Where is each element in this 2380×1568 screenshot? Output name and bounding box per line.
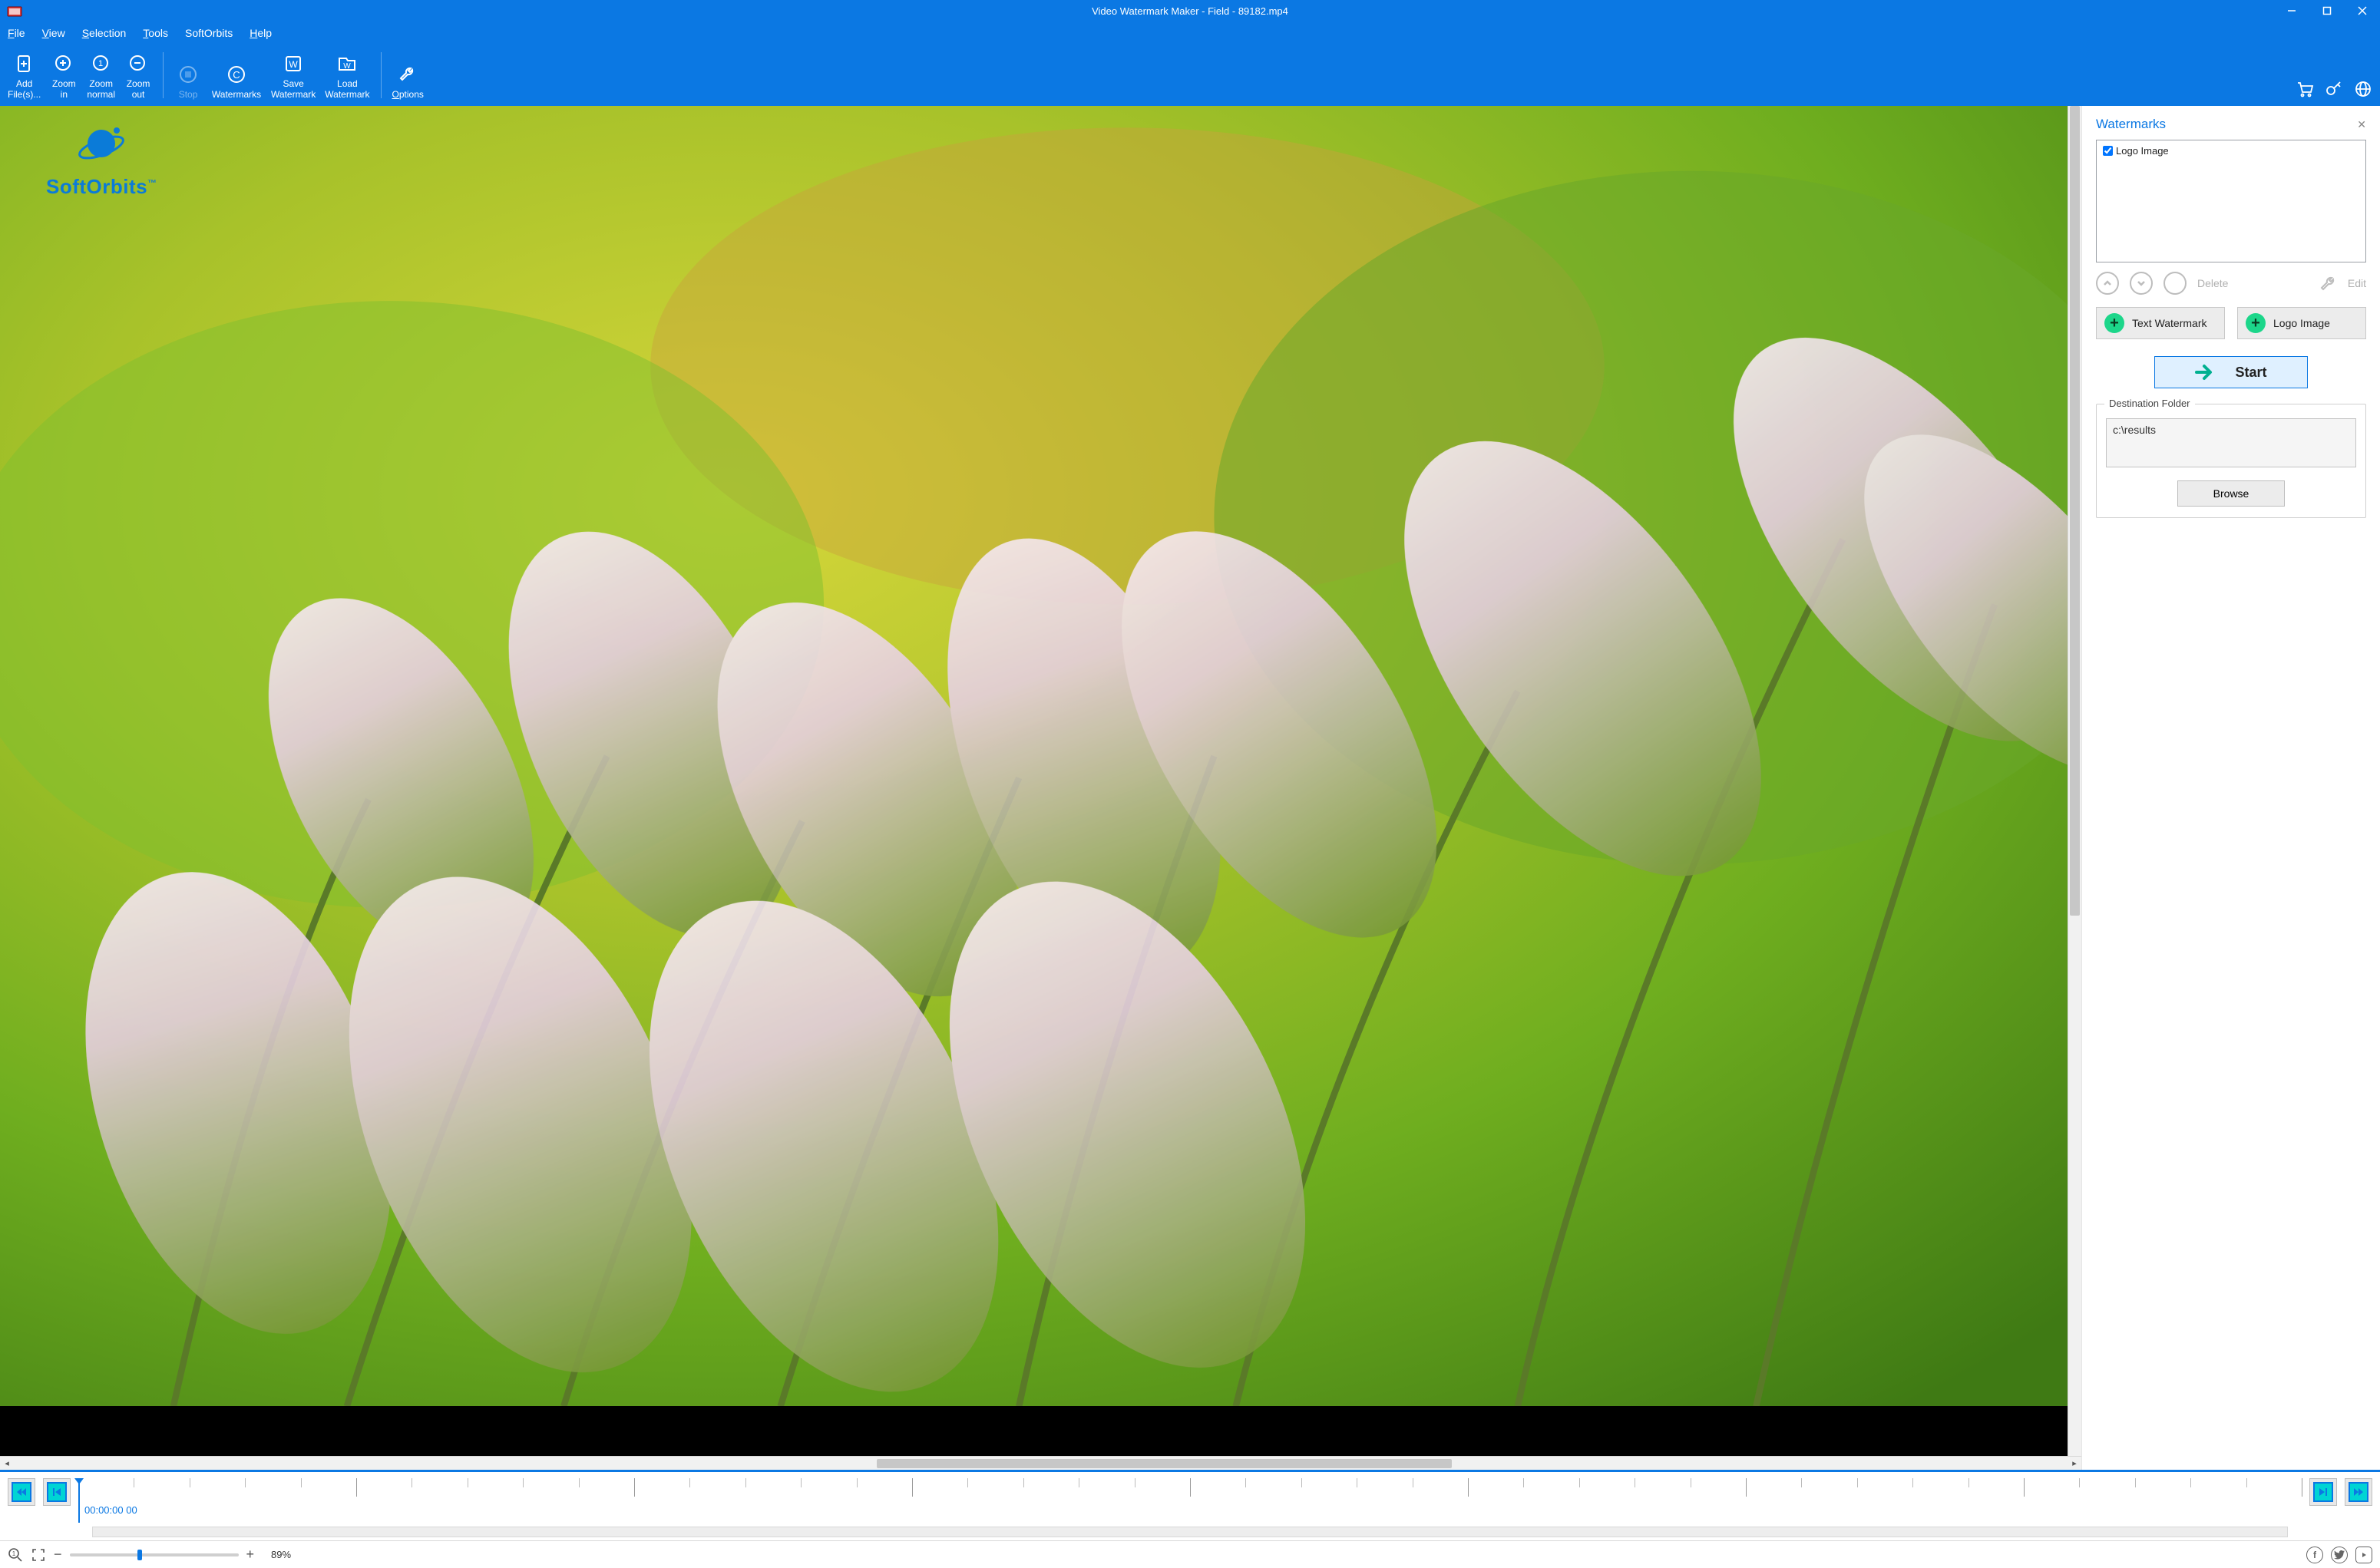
watermark-item-checkbox[interactable] xyxy=(2103,146,2113,156)
scroll-left-icon[interactable]: ◂ xyxy=(0,1458,14,1468)
save-watermark-icon: W xyxy=(283,51,303,77)
svg-text:W: W xyxy=(289,59,298,70)
watermark-item[interactable]: Logo Image xyxy=(2103,145,2359,157)
zoom-percent: 89% xyxy=(271,1549,291,1560)
options-button[interactable]: Options xyxy=(388,48,428,103)
remove-icon[interactable] xyxy=(2163,272,2187,295)
close-button[interactable] xyxy=(2345,0,2380,21)
timeline: 00:00:00 00 xyxy=(0,1470,2380,1527)
menu-file[interactable]: File xyxy=(8,27,25,39)
window-title: Video Watermark Maker - Field - 89182.mp… xyxy=(0,5,2380,17)
step-back-button[interactable] xyxy=(43,1478,71,1506)
globe-icon[interactable] xyxy=(2354,80,2372,98)
text-watermark-button[interactable]: + Text Watermark xyxy=(2096,307,2225,339)
timecode: 00:00:00 00 xyxy=(84,1504,137,1516)
add-file-icon xyxy=(15,51,35,77)
zoom-in-small-icon[interactable]: + xyxy=(246,1547,255,1563)
cart-icon[interactable] xyxy=(2296,80,2314,98)
maximize-button[interactable] xyxy=(2309,0,2345,21)
toolbar-separator xyxy=(163,52,164,98)
menu-selection[interactable]: Selection xyxy=(82,27,127,39)
start-button[interactable]: Start xyxy=(2154,356,2308,388)
preview-pane: SoftOrbits™ ◂ ▸ xyxy=(0,106,2082,1470)
fit-screen-icon[interactable] xyxy=(31,1547,46,1563)
twitter-icon[interactable] xyxy=(2331,1547,2348,1563)
statusbar: 1 − + 89% f xyxy=(0,1540,2380,1568)
watermarks-panel: Watermarks ✕ Logo Image Delete Edit + Te… xyxy=(2082,106,2380,1470)
menu-softorbits[interactable]: SoftOrbits xyxy=(185,27,233,39)
zoom-in-icon xyxy=(54,51,74,77)
destination-input[interactable] xyxy=(2106,418,2356,467)
menu-help[interactable]: Help xyxy=(250,27,272,39)
zoom-normal-button[interactable]: 1 Zoom normal xyxy=(82,48,120,103)
add-files-button[interactable]: Add File(s)... xyxy=(3,48,45,103)
zoom-slider[interactable] xyxy=(70,1553,239,1556)
watermark-item-label: Logo Image xyxy=(2116,145,2169,157)
delete-label: Delete xyxy=(2197,277,2228,289)
browse-button[interactable]: Browse xyxy=(2177,480,2285,507)
forward-end-button[interactable] xyxy=(2345,1478,2372,1506)
destination-legend: Destination Folder xyxy=(2104,398,2195,409)
video-preview[interactable]: SoftOrbits™ xyxy=(0,106,2081,1456)
zoom-in-button[interactable]: Zoom in xyxy=(45,48,82,103)
stop-icon xyxy=(178,61,198,87)
panel-title: Watermarks xyxy=(2096,117,2166,132)
wrench-icon xyxy=(398,61,418,87)
menubar: File View Selection Tools SoftOrbits Hel… xyxy=(0,21,2380,45)
stop-button: Stop xyxy=(170,48,207,103)
panel-close-icon[interactable]: ✕ xyxy=(2357,118,2366,131)
zoom-normal-icon: 1 xyxy=(91,51,111,77)
watermarks-button[interactable]: C Watermarks xyxy=(207,48,266,103)
load-watermark-icon: W xyxy=(337,51,357,77)
arrow-right-icon xyxy=(2195,364,2216,381)
watermarks-icon: C xyxy=(226,61,246,87)
menu-view[interactable]: View xyxy=(42,27,65,39)
rewind-start-button[interactable] xyxy=(8,1478,35,1506)
wrench-icon[interactable] xyxy=(2319,274,2337,292)
app-icon xyxy=(6,2,23,19)
destination-fieldset: Destination Folder Browse xyxy=(2096,404,2366,518)
scroll-right-icon[interactable]: ▸ xyxy=(2068,1458,2081,1468)
menu-tools[interactable]: Tools xyxy=(143,27,168,39)
save-watermark-button[interactable]: W Save Watermark xyxy=(266,48,320,103)
preview-vertical-scrollbar[interactable] xyxy=(2068,106,2081,1456)
edit-label: Edit xyxy=(2348,277,2366,289)
svg-text:C: C xyxy=(233,69,240,81)
svg-text:1: 1 xyxy=(12,1550,16,1557)
timeline-scrollbar[interactable] xyxy=(0,1527,2380,1540)
step-forward-button[interactable] xyxy=(2309,1478,2337,1506)
zoom-out-button[interactable]: Zoom out xyxy=(120,48,157,103)
svg-text:1: 1 xyxy=(98,59,103,68)
toolbar: Add File(s)... Zoom in 1 Zoom normal Zoo… xyxy=(0,45,2380,106)
timeline-ruler[interactable]: 00:00:00 00 xyxy=(78,1478,2302,1523)
main-area: SoftOrbits™ ◂ ▸ Watermarks ✕ Logo Image xyxy=(0,106,2380,1470)
playhead[interactable] xyxy=(78,1478,80,1523)
preview-horizontal-scrollbar[interactable]: ◂ ▸ xyxy=(0,1456,2081,1470)
titlebar: Video Watermark Maker - Field - 89182.mp… xyxy=(0,0,2380,21)
watermarks-list[interactable]: Logo Image xyxy=(2096,140,2366,262)
zoom-out-icon xyxy=(128,51,148,77)
key-icon[interactable] xyxy=(2325,80,2343,98)
toolbar-separator xyxy=(381,52,382,98)
youtube-icon[interactable] xyxy=(2355,1547,2372,1563)
load-watermark-button[interactable]: W Load Watermark xyxy=(320,48,374,103)
logo-image-button[interactable]: + Logo Image xyxy=(2237,307,2366,339)
plus-icon: + xyxy=(2246,313,2266,333)
facebook-icon[interactable]: f xyxy=(2306,1547,2323,1563)
svg-text:W: W xyxy=(344,62,352,71)
move-up-icon[interactable] xyxy=(2096,272,2119,295)
plus-icon: + xyxy=(2104,313,2124,333)
zoom-actual-icon[interactable]: 1 xyxy=(8,1547,23,1563)
zoom-out-small-icon[interactable]: − xyxy=(54,1547,62,1563)
minimize-button[interactable] xyxy=(2274,0,2309,21)
move-down-icon[interactable] xyxy=(2130,272,2153,295)
